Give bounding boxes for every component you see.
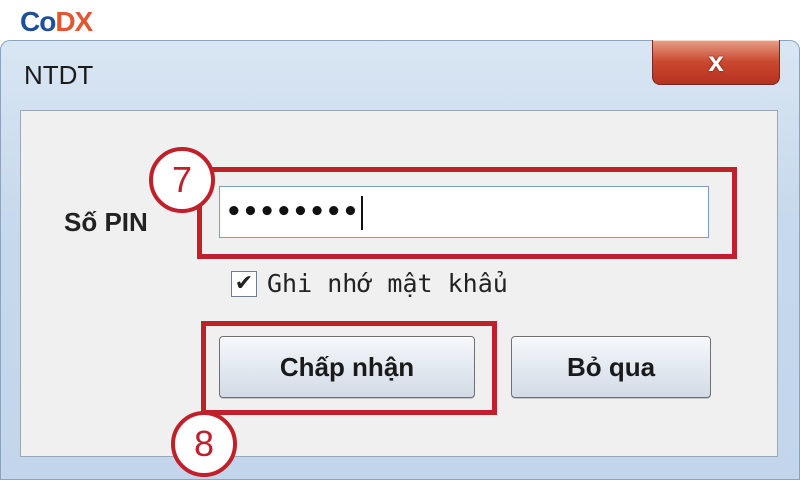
window-title: NTDT <box>24 60 94 90</box>
remember-password-checkbox[interactable]: ✔ Ghi nhớ mật khẩu <box>231 269 508 298</box>
step-8-badge: 8 <box>171 411 237 477</box>
close-icon: x <box>708 46 724 77</box>
close-button[interactable]: x <box>652 40 780 85</box>
pin-label: Số PIN <box>64 207 148 237</box>
cancel-button[interactable]: Bỏ qua <box>511 336 711 398</box>
remember-password-label: Ghi nhớ mật khẩu <box>267 269 508 298</box>
dialog-content-panel: Số PIN •••••••• 7 ✔ Ghi nhớ mật khẩu Chấ… <box>20 110 778 477</box>
dialog-window: NTDT x Số PIN •••••••• 7 ✔ Ghi nhớ mật k… <box>0 40 800 480</box>
checkbox-icon[interactable]: ✔ <box>231 270 257 297</box>
checkmark-icon: ✔ <box>234 270 254 296</box>
codx-logo: CoDX <box>20 6 93 37</box>
step-7-badge: 7 <box>149 147 215 213</box>
accept-highlight-box <box>201 321 497 415</box>
pin-highlight-box <box>197 167 737 259</box>
